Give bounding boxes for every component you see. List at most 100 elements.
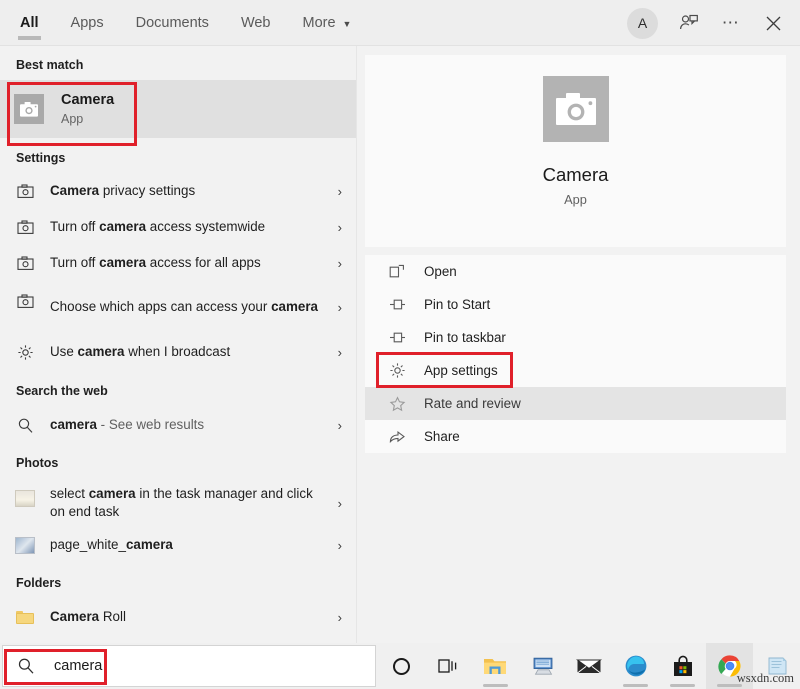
ellipsis-icon[interactable]: ⋯ xyxy=(720,12,742,34)
tab-list: All Apps Documents Web More ▼ xyxy=(18,0,353,46)
chevron-right-icon[interactable]: › xyxy=(328,300,342,315)
photo-thumbnail-image xyxy=(15,536,35,554)
preview-app-name: Camera xyxy=(542,164,609,185)
tab-web-label: Web xyxy=(240,15,271,31)
tab-more-label: More xyxy=(302,15,336,31)
action-pin-to-taskbar[interactable]: Pin to taskbar xyxy=(365,321,786,354)
tab-all-label: All xyxy=(20,15,39,31)
folder-icon xyxy=(14,606,36,628)
action-rate-and-review[interactable]: Rate and review xyxy=(365,387,786,420)
group-header-settings: Settings xyxy=(16,151,66,165)
action-share[interactable]: Share xyxy=(365,420,786,453)
watermark: wsxdn.com xyxy=(736,671,794,685)
preview-app-type: App xyxy=(564,192,587,207)
tab-apps[interactable]: Apps xyxy=(69,0,106,46)
camera-outline-icon xyxy=(14,180,36,202)
cortana-glyph xyxy=(392,657,410,675)
tab-active-underline xyxy=(18,36,41,40)
chevron-right-icon[interactable]: › xyxy=(328,220,342,235)
photo-item-label: select camera in the task manager and cl… xyxy=(50,486,313,519)
action-app-settings[interactable]: App settings xyxy=(365,354,786,387)
group-header-best-match: Best match xyxy=(16,58,84,72)
avatar-initial: A xyxy=(637,15,648,31)
tab-web[interactable]: Web xyxy=(239,0,273,46)
remote-desktop-icon[interactable] xyxy=(519,643,566,689)
settings-item-use-camera-when-i-broadcast[interactable]: Use camera when I broadcast › xyxy=(0,333,356,371)
group-header-photos: Photos xyxy=(16,456,59,470)
tab-documents-label: Documents xyxy=(135,15,209,31)
best-match-title: Camera xyxy=(61,91,115,108)
camera-outline-icon xyxy=(14,252,36,274)
search-icon xyxy=(14,414,36,436)
search-input[interactable]: camera xyxy=(2,645,376,687)
action-share-label: Share xyxy=(424,429,460,444)
photo-item-page-white-camera[interactable]: page_white_camera › xyxy=(0,527,356,563)
pin-icon xyxy=(387,328,407,348)
web-result-camera[interactable]: camera - See web results › xyxy=(0,407,356,443)
settings-item-label: Choose which apps can access your camera xyxy=(50,299,318,314)
taskbar-bar: camera wsxdn.com xyxy=(0,643,800,689)
settings-item-choose-which-apps-can-access-your-camera[interactable]: Choose which apps can access your camera… xyxy=(0,281,356,333)
chevron-right-icon[interactable]: › xyxy=(328,418,342,433)
gear-icon xyxy=(387,361,407,381)
web-result-label: camera - See web results xyxy=(50,417,205,432)
cortana-icon[interactable] xyxy=(378,643,425,689)
task-view-icon[interactable] xyxy=(425,643,472,689)
avatar[interactable]: A xyxy=(627,7,658,39)
tab-documents[interactable]: Documents xyxy=(134,0,211,46)
folder-item-label: Camera Roll xyxy=(50,609,126,624)
chevron-right-icon[interactable]: › xyxy=(328,610,342,625)
photo-thumbnail-image xyxy=(15,489,35,507)
best-match-subtitle: App xyxy=(61,111,84,126)
chevron-right-icon[interactable]: › xyxy=(328,345,342,360)
action-pin-to-start[interactable]: Pin to Start xyxy=(365,288,786,321)
camera-outline-icon xyxy=(14,290,36,312)
mail-icon[interactable] xyxy=(566,643,613,689)
settings-item-label: Use camera when I broadcast xyxy=(50,344,231,359)
file-explorer-icon[interactable] xyxy=(472,643,519,689)
settings-item-turn-off-camera-access-for-all-apps[interactable]: Turn off camera access for all apps › xyxy=(0,245,356,281)
preview-scrollbar[interactable] xyxy=(794,46,800,643)
action-app-settings-label: App settings xyxy=(424,363,498,378)
chevron-right-icon[interactable]: › xyxy=(328,538,342,553)
photo-thumbnail-blue-icon xyxy=(14,534,36,556)
action-pin-to-start-label: Pin to Start xyxy=(424,297,491,312)
chevron-right-icon[interactable]: › xyxy=(328,184,342,199)
star-outline-icon xyxy=(387,394,407,414)
settings-item-camera-privacy-settings[interactable]: Camera privacy settings › xyxy=(0,173,356,209)
feedback-person-icon[interactable] xyxy=(678,12,700,34)
action-rate-and-review-label: Rate and review xyxy=(424,396,521,411)
action-pin-to-taskbar-label: Pin to taskbar xyxy=(424,330,506,345)
photo-thumbnail-icon xyxy=(14,487,36,509)
best-match-item-camera[interactable]: Camera App xyxy=(0,80,356,138)
action-open-label: Open xyxy=(424,264,457,279)
preview-pane: Camera App Open Pin to Start Pin to task… xyxy=(357,46,800,643)
app-actions-list[interactable]: Open Pin to Start Pin to taskbar App set… xyxy=(365,255,786,453)
open-window-icon xyxy=(387,262,407,282)
folder-item-camera-roll[interactable]: Camera Roll › xyxy=(0,599,356,635)
microsoft-store-icon[interactable] xyxy=(659,643,706,689)
best-match-text: Camera App xyxy=(61,92,114,127)
chevron-down-icon: ▼ xyxy=(342,19,352,29)
folder-glyph xyxy=(16,610,34,624)
tab-more[interactable]: More ▼ xyxy=(301,0,354,46)
results-list[interactable]: Best match Camera App Settings Camera pr… xyxy=(0,46,356,643)
settings-item-turn-off-camera-access-systemwide[interactable]: Turn off camera access systemwide › xyxy=(0,209,356,245)
tab-all[interactable]: All xyxy=(18,0,41,46)
camera-outline-icon xyxy=(14,216,36,238)
ellipsis-glyph: ⋯ xyxy=(721,13,741,32)
pin-icon xyxy=(387,295,407,315)
gear-icon xyxy=(14,341,36,363)
app-preview-card: Camera App xyxy=(365,55,786,247)
chevron-right-icon[interactable]: › xyxy=(328,256,342,271)
action-open[interactable]: Open xyxy=(365,255,786,288)
photo-item-select-camera-in-the-task-manager[interactable]: select camera in the task manager and cl… xyxy=(0,479,356,527)
tab-apps-label: Apps xyxy=(70,15,104,31)
windows-search-panel: All Apps Documents Web More ▼ A ⋯ Best m… xyxy=(0,0,800,689)
settings-item-label: Camera privacy settings xyxy=(50,183,196,198)
camera-app-icon xyxy=(542,76,609,142)
close-icon[interactable] xyxy=(762,12,784,34)
microsoft-edge-icon[interactable] xyxy=(612,643,659,689)
settings-item-label: Turn off camera access for all apps xyxy=(50,255,261,270)
chevron-right-icon[interactable]: › xyxy=(328,496,342,511)
